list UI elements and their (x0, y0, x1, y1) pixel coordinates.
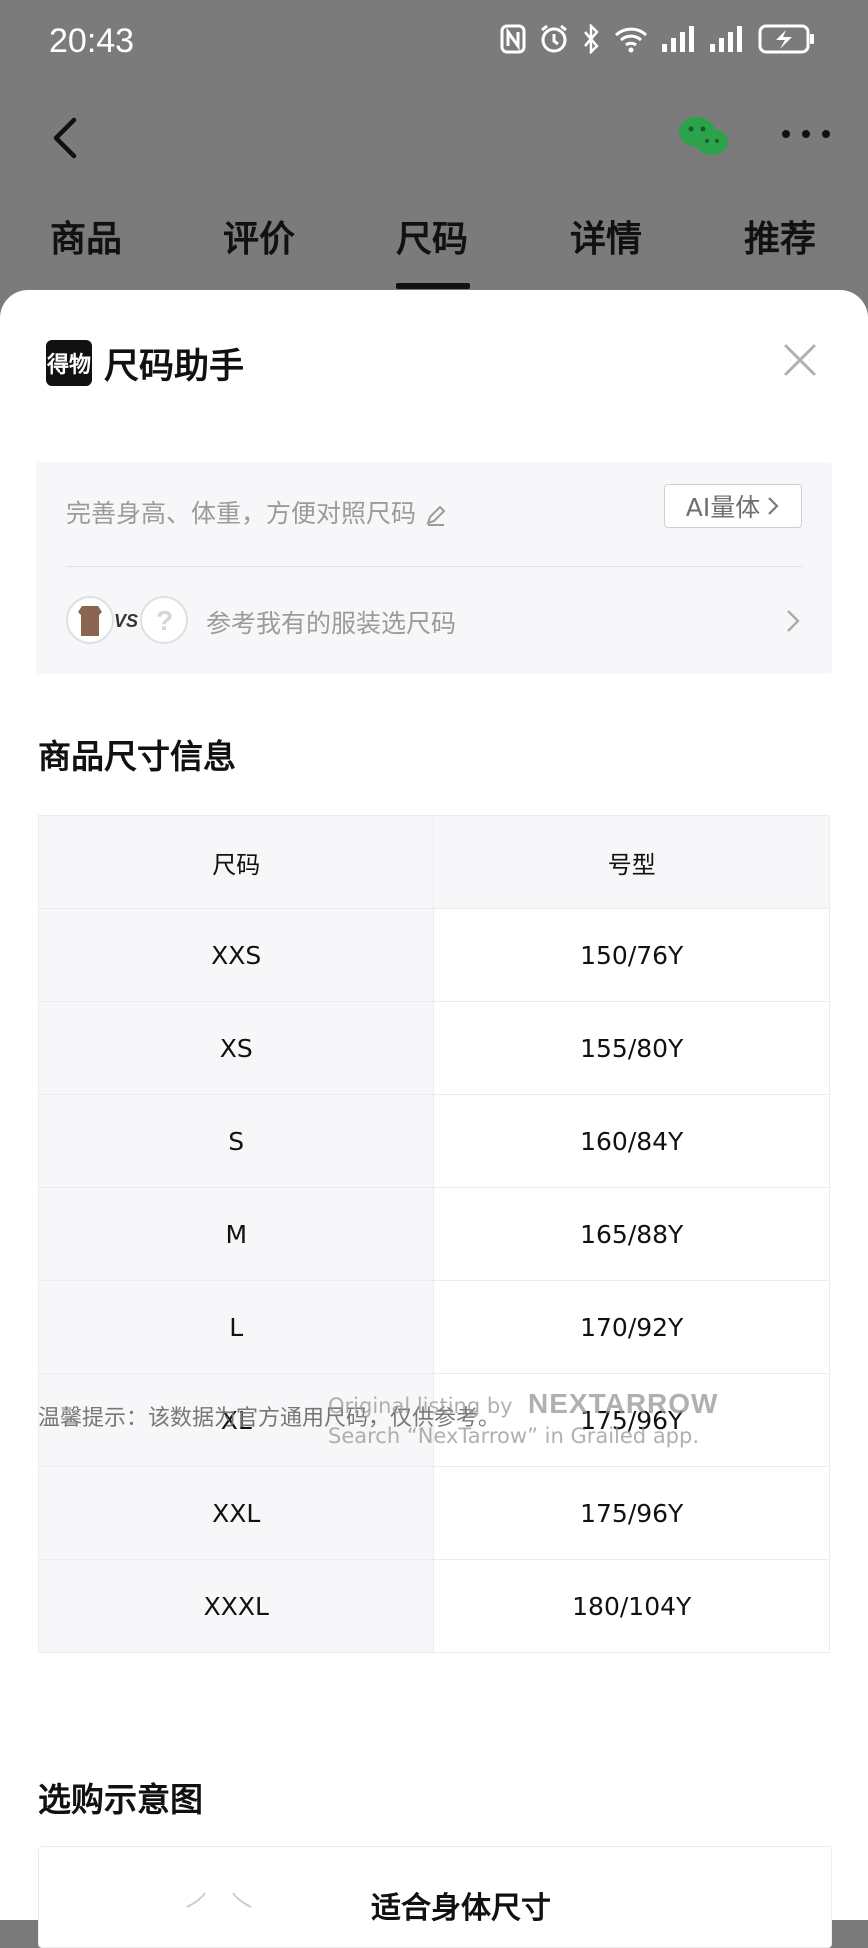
size-cell: XXXL (37, 1559, 435, 1653)
size-cell: XXS (37, 908, 435, 1002)
bluetooth-icon (584, 24, 599, 54)
guide-title: 选购示意图 (38, 1780, 203, 1819)
size-cell: XS (37, 1001, 435, 1095)
table-row: XXXL 180/104Y (37, 1559, 830, 1653)
size-cell: S (37, 1094, 435, 1188)
tab-active-indicator (396, 283, 470, 289)
size-cell: XXL (37, 1466, 435, 1560)
watermark-brand: NEXTARROW (528, 1388, 719, 1419)
guide-card: 适合身体尺寸 (38, 1846, 832, 1948)
back-icon[interactable] (46, 114, 86, 162)
close-icon[interactable] (782, 342, 818, 378)
helper-divider (66, 566, 802, 567)
tab-size[interactable]: 尺码 (396, 210, 468, 262)
edit-pencil-icon (426, 505, 446, 526)
chevron-right-icon (768, 497, 779, 515)
vs-label: VS (114, 611, 138, 631)
sheet-header: 得物 尺码助手 (46, 338, 244, 388)
wechat-share-icon[interactable] (676, 114, 732, 160)
status-bar: 20:43 (0, 0, 868, 88)
table-row: XXL 175/96Y (37, 1466, 830, 1560)
chevron-right-icon (787, 610, 800, 632)
compare-clothes-icon: VS ? (66, 596, 188, 644)
product-tabs: 商品 评价 尺码 详情 推荐 (0, 210, 868, 290)
wifi-icon (614, 27, 648, 53)
size-helper-panel: 完善身高、体重，方便对照尺码 AI量体 VS ? 参考我有的服装选尺码 (36, 462, 832, 674)
body-figure-icon (186, 1892, 252, 1908)
body-info-row[interactable]: 完善身高、体重，方便对照尺码 AI量体 (66, 482, 802, 542)
size-assistant-sheet: 得物 尺码助手 完善身高、体重，方便对照尺码 AI量体 VS ? 参考我有的服装… (0, 290, 868, 1920)
watermark-line1: Original listing by (328, 1394, 513, 1418)
spec-cell: 165/88Y (433, 1187, 830, 1281)
size-cell: M (37, 1187, 435, 1281)
signal-icon-1 (662, 26, 694, 52)
col-header-spec: 号型 (433, 815, 830, 909)
compare-clothes-text: 参考我有的服装选尺码 (206, 609, 457, 638)
table-row: M 165/88Y (37, 1187, 830, 1281)
spec-cell: 150/76Y (433, 908, 830, 1002)
svg-text:?: ? (156, 605, 173, 636)
table-row: L 170/92Y (37, 1280, 830, 1374)
signal-icon-2 (710, 26, 742, 52)
spec-cell: 160/84Y (433, 1094, 830, 1188)
spec-cell: 175/96Y (433, 1466, 830, 1560)
sheet-title: 尺码助手 (104, 346, 245, 387)
alarm-icon (541, 24, 567, 53)
size-table: 尺码 号型 XXS 150/76Y XS 155/80Y S 160/84Y M 165… (37, 815, 830, 1653)
status-icons (500, 24, 816, 54)
watermark-line2: Search “NexTarrow” in Grailed app. (328, 1424, 700, 1448)
spec-cell: 155/80Y (433, 1001, 830, 1095)
col-header-size: 尺码 (37, 815, 435, 909)
table-row: XXS 150/76Y (37, 908, 830, 1002)
size-cell: L (37, 1280, 435, 1374)
spec-cell: 170/92Y (433, 1280, 830, 1374)
top-nav (0, 100, 868, 172)
table-row: XS 155/80Y (37, 1001, 830, 1095)
compare-clothes-row[interactable]: VS ? 参考我有的服装选尺码 (66, 574, 802, 666)
spec-cell: 180/104Y (433, 1559, 830, 1653)
tab-details[interactable]: 详情 (570, 210, 642, 262)
ai-measure-button[interactable]: AI量体 (664, 484, 802, 528)
battery-charging-icon (758, 24, 814, 54)
tab-reviews[interactable]: 评价 (223, 210, 295, 262)
more-options-icon[interactable] (780, 124, 832, 144)
nfc-icon (500, 24, 526, 54)
size-table-header: 尺码 号型 (37, 815, 830, 909)
status-time: 20:43 (49, 22, 135, 60)
size-info-title: 商品尺寸信息 (38, 737, 236, 776)
table-row: S 160/84Y (37, 1094, 830, 1188)
guide-card-heading: 适合身体尺寸 (371, 1891, 551, 1926)
brand-logo: 得物 (46, 340, 92, 386)
body-info-hint: 完善身高、体重，方便对照尺码 (66, 494, 448, 530)
tab-product[interactable]: 商品 (50, 210, 122, 262)
watermark: Original listing by NEXTARROW Search “Ne… (328, 1388, 717, 1454)
tab-recommend[interactable]: 推荐 (744, 210, 816, 262)
